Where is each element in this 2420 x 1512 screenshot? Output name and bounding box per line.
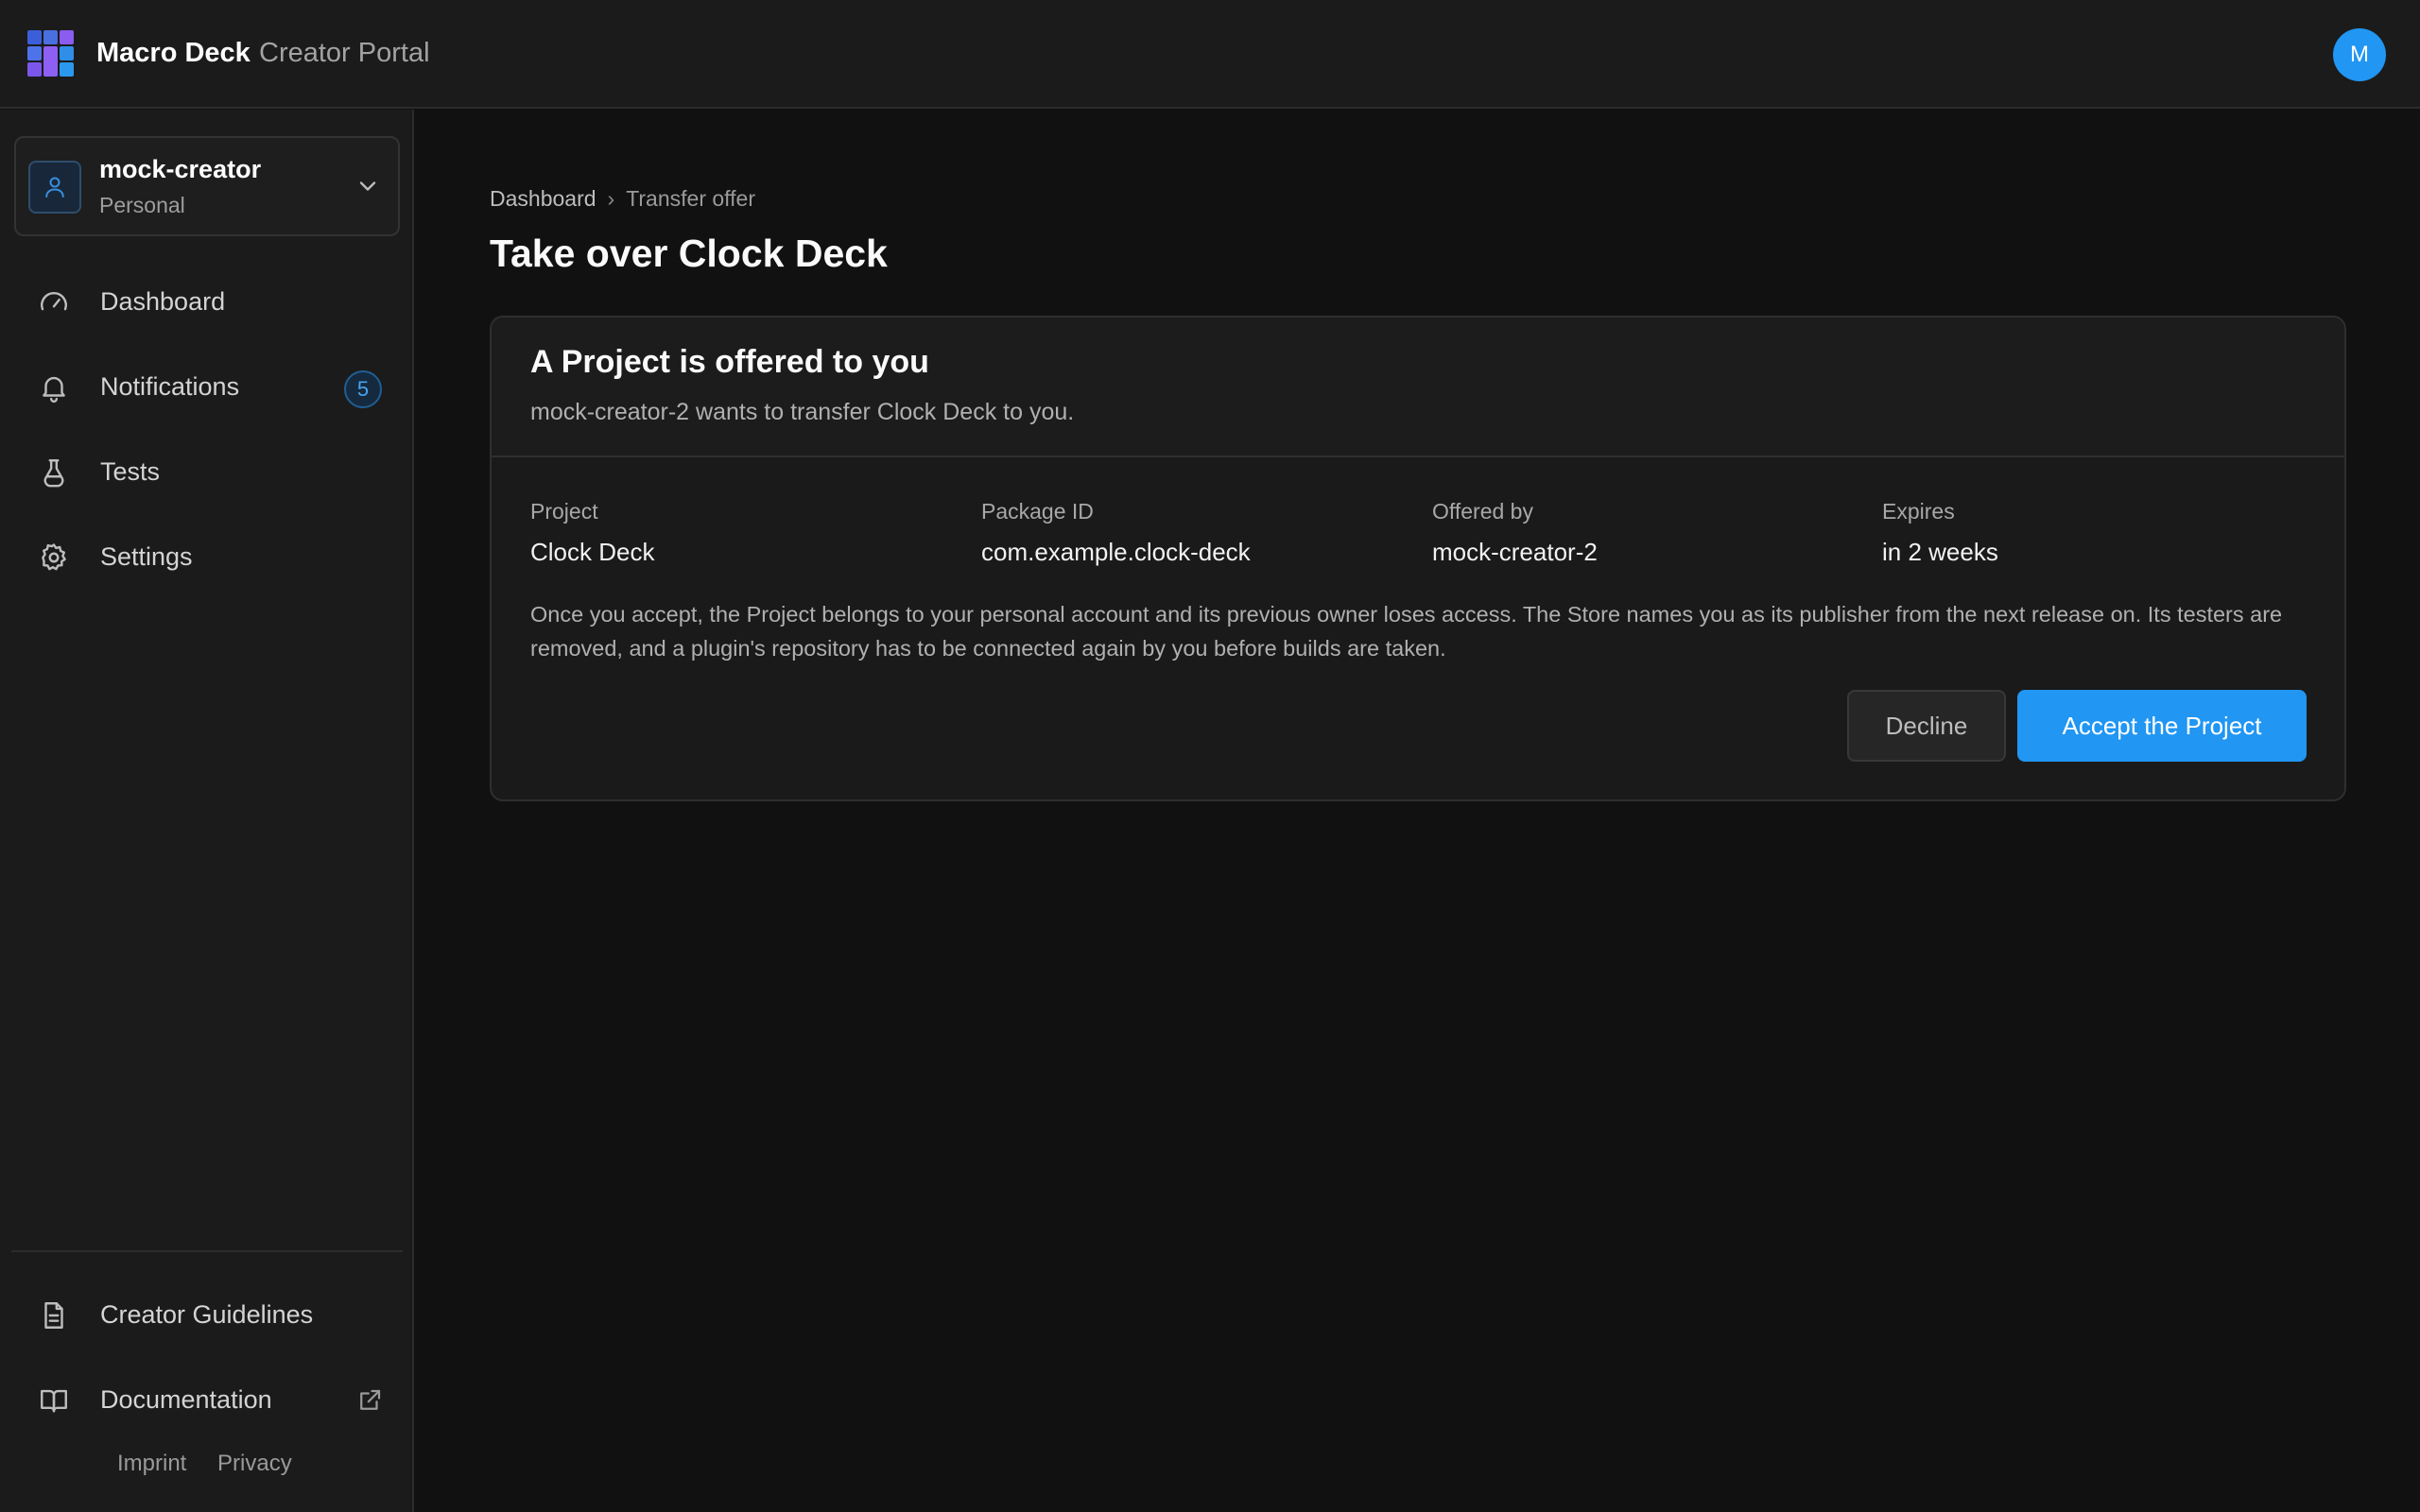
gear-icon (42, 543, 66, 571)
transfer-notice: Once you accept, the Project belongs to … (530, 602, 2283, 661)
top-bar: Macro Deck Creator Portal M (0, 0, 2420, 109)
project-label: Project (530, 499, 598, 524)
card-header: A Project is offered to you mock-creator… (492, 318, 2344, 457)
offered-by-label: Offered by (1432, 499, 1533, 524)
expires-label: Expires (1882, 499, 1955, 524)
package-id-value: com.example.clock-deck (981, 538, 1251, 566)
sidebar-item-dashboard[interactable]: Dashboard (13, 268, 401, 336)
decline-button[interactable]: Decline (1847, 690, 2006, 762)
breadcrumb-current: Transfer offer (626, 186, 755, 211)
book-icon (41, 1389, 67, 1413)
sidebar-item-label: Documentation (100, 1385, 272, 1414)
bell-icon (43, 376, 65, 404)
sidebar-item-label: Tests (100, 457, 161, 486)
flask-icon (43, 459, 64, 488)
breadcrumb-dashboard-link[interactable]: Dashboard (490, 186, 596, 211)
transfer-offer-card: A Project is offered to you mock-creator… (490, 316, 2346, 801)
card-title: A Project is offered to you (530, 344, 929, 380)
sidebar-item-label: Notifications (100, 372, 240, 401)
sidebar-item-label: Dashboard (100, 287, 226, 316)
brand-subtitle: Creator Portal (259, 38, 430, 68)
user-icon (28, 161, 81, 214)
sidebar-item-documentation[interactable]: Documentation (13, 1366, 401, 1435)
sidebar-item-notifications[interactable]: Notifications 5 (13, 353, 401, 421)
account-type: Personal (99, 193, 185, 217)
macro-deck-logo-icon[interactable] (27, 30, 75, 77)
sidebar: mock-creator Personal Dashboard Notifica… (0, 110, 414, 1512)
sidebar-item-label: Creator Guidelines (100, 1300, 314, 1329)
document-icon (44, 1302, 63, 1329)
footer-links: Imprint Privacy (117, 1451, 317, 1477)
sidebar-item-label: Settings (100, 542, 193, 571)
account-name: mock-creator (99, 155, 262, 183)
account-switcher[interactable]: mock-creator Personal (14, 136, 400, 236)
privacy-link[interactable]: Privacy (217, 1451, 292, 1476)
breadcrumb: Dashboard › Transfer offer (490, 186, 755, 212)
accept-project-button[interactable]: Accept the Project (2017, 690, 2307, 762)
project-value: Clock Deck (530, 538, 655, 566)
sidebar-item-creator-guidelines[interactable]: Creator Guidelines (13, 1281, 401, 1349)
external-link-icon (360, 1389, 381, 1410)
notification-count-badge: 5 (344, 370, 382, 408)
sidebar-divider (11, 1250, 403, 1252)
breadcrumb-separator: › (607, 186, 615, 211)
card-description: mock-creator-2 wants to transfer Clock D… (530, 399, 1075, 425)
sidebar-item-tests[interactable]: Tests (13, 438, 401, 507)
imprint-link[interactable]: Imprint (117, 1451, 186, 1476)
expires-value: in 2 weeks (1882, 538, 1998, 566)
package-id-label: Package ID (981, 499, 1094, 524)
brand-name[interactable]: Macro Deck (96, 38, 251, 69)
avatar[interactable]: M (2333, 28, 2386, 81)
chevron-down-icon (359, 181, 376, 191)
offered-by-value: mock-creator-2 (1432, 538, 1598, 566)
gauge-icon (41, 292, 67, 311)
page-title: Take over Clock Deck (490, 232, 888, 275)
sidebar-item-settings[interactable]: Settings (13, 524, 401, 592)
